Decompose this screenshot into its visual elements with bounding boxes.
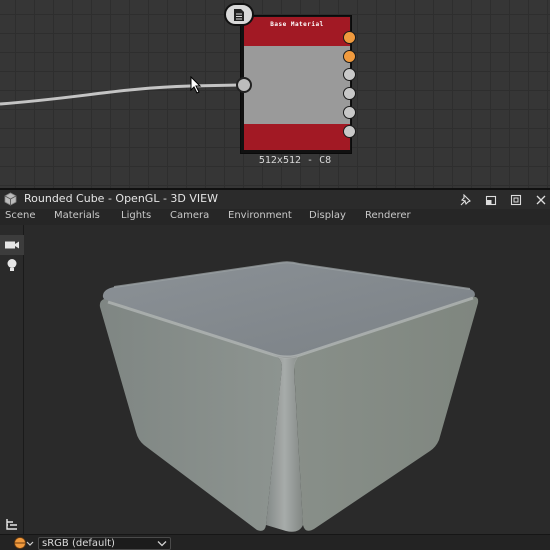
node-graph[interactable]: Base Material 512x512 - C8 [0, 0, 550, 188]
menu-scene[interactable]: Scene [5, 210, 36, 221]
layers-icon[interactable] [0, 514, 24, 534]
3d-viewport[interactable] [24, 225, 550, 534]
shader-ball-icon[interactable] [12, 536, 34, 550]
pin-icon[interactable] [458, 192, 474, 207]
maximize-icon[interactable] [508, 192, 524, 207]
app-window: Base Material 512x512 - C8 Rounded Cube [0, 0, 550, 550]
close-icon[interactable] [533, 192, 549, 207]
output-port-basecolor[interactable] [343, 31, 356, 44]
node-thumbnail-top [244, 33, 350, 46]
cube-icon [4, 192, 17, 206]
node-resolution-label: 512x512 - C8 [258, 155, 332, 166]
mouse-cursor-icon [190, 76, 202, 94]
view-statusbar: sRGB (default) [0, 534, 550, 550]
color-space-value: sRGB (default) [42, 538, 115, 549]
menu-renderer[interactable]: Renderer [365, 210, 411, 221]
node-thumbnail-bottom [244, 124, 350, 150]
menu-environment[interactable]: Environment [228, 210, 292, 221]
output-port-height[interactable] [343, 106, 356, 119]
output-port-normal[interactable] [343, 50, 356, 63]
camera-icon[interactable] [0, 235, 24, 255]
output-port-metallic[interactable] [343, 87, 356, 100]
output-port-ao[interactable] [343, 125, 356, 138]
input-port[interactable] [236, 77, 252, 93]
view-menubar: Scene Materials Lights Camera Environmen… [0, 209, 550, 225]
light-icon[interactable] [0, 255, 24, 275]
chevron-down-icon [157, 541, 167, 547]
output-port-roughness[interactable] [343, 68, 356, 81]
float-icon[interactable] [483, 192, 499, 207]
color-space-select[interactable]: sRGB (default) [38, 537, 171, 550]
node-title: Base Material [244, 17, 350, 33]
rounded-cube-model [99, 261, 479, 532]
menu-lights[interactable]: Lights [121, 210, 151, 221]
view-toolstrip [0, 225, 24, 534]
view-title: Rounded Cube - OpenGL - 3D VIEW [24, 192, 218, 205]
view-titlebar: Rounded Cube - OpenGL - 3D VIEW [0, 190, 550, 209]
menu-materials[interactable]: Materials [54, 210, 100, 221]
document-icon[interactable] [224, 3, 254, 26]
menu-camera[interactable]: Camera [170, 210, 209, 221]
node-thumbnail [244, 46, 350, 124]
menu-display[interactable]: Display [309, 210, 346, 221]
